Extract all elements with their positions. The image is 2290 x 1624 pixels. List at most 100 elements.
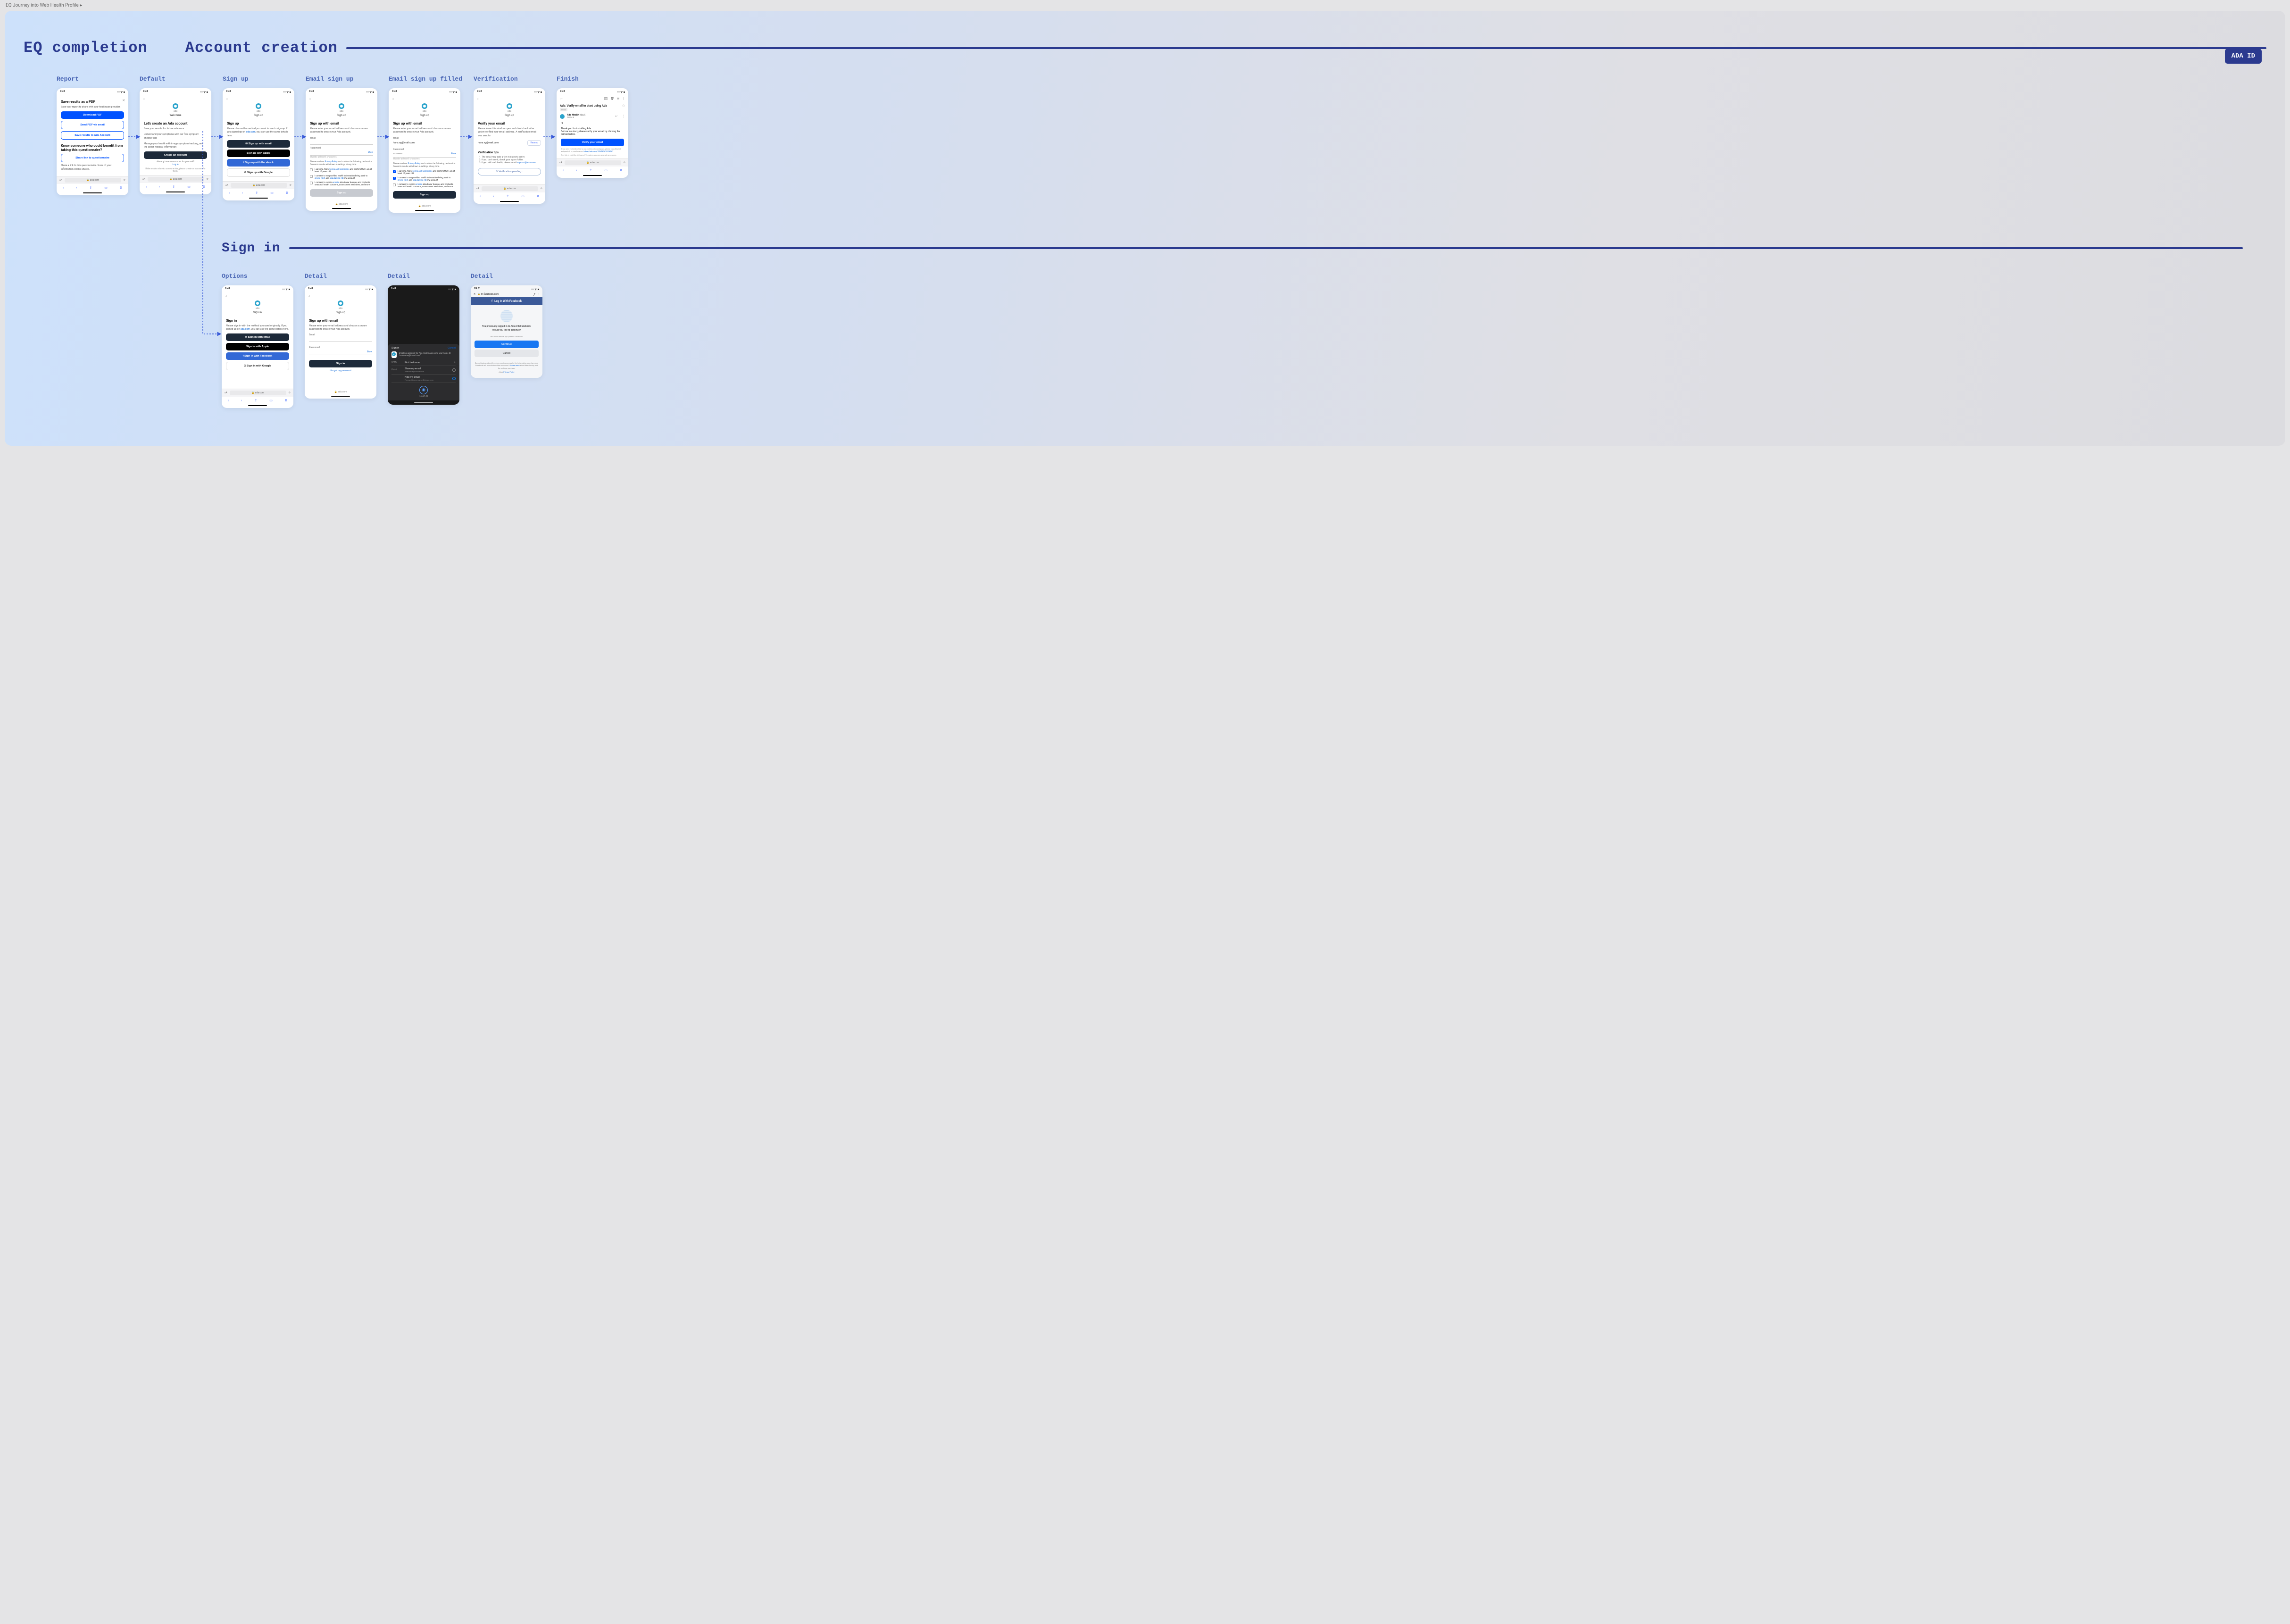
back-button[interactable]: ‹ [389,95,460,102]
create-link[interactable]: create (3.2) [315,177,325,180]
share-email-radio[interactable] [452,368,456,372]
nav-back-icon[interactable]: ‹ [563,168,564,173]
url-bar[interactable]: 🔒 ada.com [482,186,538,191]
text-size-icon[interactable]: ᴀA [559,161,562,164]
text-size-icon[interactable]: ᴀA [59,179,62,182]
text-size-icon[interactable]: ᴀA [142,178,145,181]
fb-continue-button[interactable]: Continue [475,341,539,348]
back-button[interactable]: ‹ [305,292,376,299]
tabs-icon[interactable]: ⧉ [120,186,122,190]
password-input[interactable]: Show [309,350,372,355]
ada-com-link[interactable]: ada.com [246,131,255,133]
edit-name-icon[interactable]: ✎ [454,361,456,364]
nav-fwd-icon[interactable]: › [576,168,577,173]
download-pdf-button[interactable]: Download PDF [61,111,124,119]
share-icon[interactable]: ⇪ [589,168,592,173]
bookmarks-icon[interactable]: ▭ [104,186,108,190]
back-button[interactable]: ‹ [223,95,294,102]
appleid-cancel-button[interactable]: Cancel [448,347,456,350]
save-to-account-button[interactable]: Save results to Ada Account [61,131,124,140]
share-link-button[interactable]: Share link to questionnaire [61,154,124,162]
submit-signup-button[interactable]: Sign up [393,191,456,199]
populate-link[interactable]: populate (3.18) [413,179,427,182]
create-link[interactable]: create (3.2) [398,179,408,182]
tabs-icon[interactable]: ⧉ [285,399,287,403]
support-email-link[interactable]: support@ada.com [517,162,536,164]
signin-google-button[interactable]: G Sign in with Google [226,362,289,370]
nav-fwd-icon[interactable]: › [242,191,243,195]
send-pdf-email-button[interactable]: Send PDF via email [61,121,124,129]
tabs-icon[interactable]: ⧉ [620,168,622,173]
signin-email-button[interactable]: ✉ Sign in with email [226,333,289,341]
signin-apple-button[interactable]: Sign in with Apple [226,343,289,350]
sender-to[interactable]: to me ▾ [567,117,613,119]
signin-facebook-button[interactable]: f Sign in with Facebook [226,352,289,360]
archive-icon[interactable]: 🗄 [604,97,608,100]
resend-button[interactable]: Resend [527,140,541,146]
signup-google-button[interactable]: G Sign up with Google [227,168,290,177]
signup-email-button[interactable]: ✉ Sign up with email [227,140,290,148]
back-button[interactable]: ‹ [140,95,211,102]
password-input[interactable]: •••••••••••Show [393,152,456,158]
show-password-link[interactable]: Show [451,153,456,156]
fb-privacy-link[interactable]: Privacy Policy [503,371,514,373]
reload-icon[interactable]: ⟳ [290,184,291,187]
checkbox-emails[interactable] [310,182,313,184]
share-icon[interactable]: ⇪ [506,194,509,199]
nav-back-icon[interactable]: ‹ [480,194,481,199]
checkbox-health[interactable] [310,175,313,178]
ada-com-link[interactable]: ada.com [241,328,250,331]
share-icon[interactable]: ⇪ [254,399,257,403]
privacy-link[interactable]: Privacy Policy [408,163,420,165]
back-button[interactable]: ‹ [222,292,293,299]
checkbox-emails[interactable] [393,183,396,186]
populate-link[interactable]: populate (3.18) [330,177,344,180]
nav-back-icon[interactable]: ‹ [146,185,147,189]
text-size-icon[interactable]: ᴀA [476,187,479,190]
fb-learn-link[interactable]: Learn more [510,364,519,366]
back-button[interactable]: ‹ [474,95,545,102]
submit-signup-button[interactable]: Sign up [310,189,373,197]
nav-back-icon[interactable]: ‹ [63,186,64,190]
reload-icon[interactable]: ⟳ [289,391,291,394]
share-icon[interactable]: ⇪ [255,191,258,195]
verify-email-button[interactable]: Verify your email [561,139,624,146]
tabs-icon[interactable]: ⧉ [203,185,205,189]
email-input[interactable]: hans.vg@mail.com [393,141,456,146]
verify-url-link[interactable]: https://ada.com/1234567678106567 [583,150,613,152]
gmail-back-icon[interactable]: ← [560,97,563,100]
url-bar[interactable]: 🔒 ada.com [230,391,286,395]
share-icon[interactable]: ⇪ [172,185,175,189]
url-bar[interactable]: 🔒 ada.com [565,160,621,165]
msg-more-icon[interactable]: ⋮ [622,115,625,118]
nav-fwd-icon[interactable]: › [493,194,494,199]
reload-icon[interactable]: ⟳ [124,179,125,182]
privacy-link[interactable]: Privacy Policy [325,161,337,163]
show-password-link[interactable]: Show [368,151,373,154]
share-icon[interactable]: ⇪ [89,186,92,190]
signup-facebook-button[interactable]: f Sign up with Facebook [227,159,290,167]
bookmarks-icon[interactable]: ▭ [521,194,525,199]
reply-icon[interactable]: ↩ [615,115,617,118]
nav-fwd-icon[interactable]: › [76,186,77,190]
checkbox-terms[interactable] [393,170,396,173]
tabs-icon[interactable]: ⧉ [537,194,539,199]
close-icon[interactable]: ✕ [474,293,475,296]
bookmarks-icon[interactable]: ▭ [269,399,273,403]
nav-fwd-icon[interactable]: › [159,185,160,189]
mail-icon[interactable]: ✉ [617,97,619,100]
text-size-icon[interactable]: ᴀA [225,391,227,394]
star-icon[interactable]: ☆ [622,104,625,108]
bookmarks-icon[interactable]: ▭ [270,191,274,195]
more-icon[interactable]: ⋮ [537,293,540,296]
reload-icon[interactable]: ⟳ [624,161,625,164]
close-icon[interactable]: ✕ [122,99,125,102]
signup-apple-button[interactable]: Sign up with Apple [227,150,290,157]
hide-email-radio[interactable] [452,377,456,380]
nav-fwd-icon[interactable]: › [241,399,242,403]
reload-icon[interactable]: ⟳ [207,178,208,181]
url-bar[interactable]: 🔒 ada.com [148,177,204,182]
more-icon[interactable]: ⋮ [622,97,625,100]
nav-back-icon[interactable]: ‹ [228,399,229,403]
show-password-link[interactable]: Show [367,351,372,353]
